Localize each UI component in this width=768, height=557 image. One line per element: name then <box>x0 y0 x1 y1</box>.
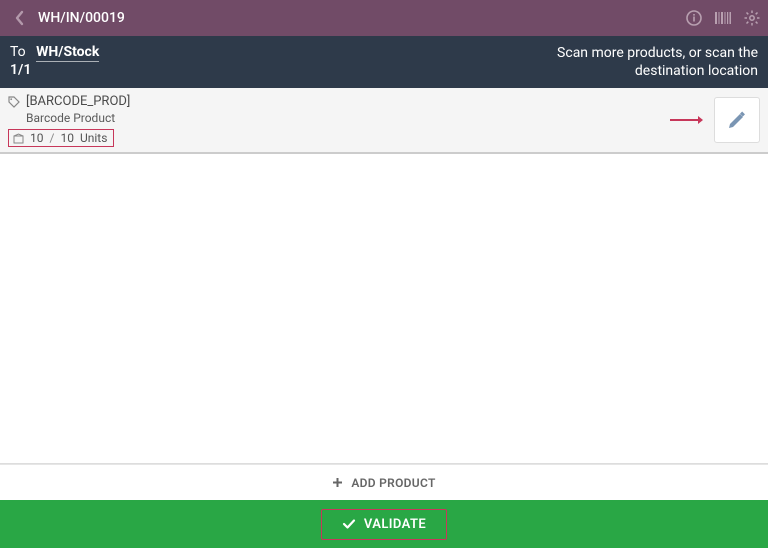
scan-hint-line1: Scan more products, or scan the <box>557 44 758 62</box>
product-code: [BARCODE_PROD] <box>26 94 130 109</box>
plus-icon <box>332 477 343 488</box>
package-icon <box>13 133 24 144</box>
add-product-button[interactable]: ADD PRODUCT <box>0 464 768 500</box>
topbar-right-icons <box>686 0 760 36</box>
barcode-icon[interactable] <box>714 11 732 25</box>
qty-expected: 10 <box>60 131 74 145</box>
quantity-box: 10 / 10 Units <box>8 129 114 147</box>
validate-button[interactable]: VALIDATE <box>321 509 447 540</box>
tag-icon <box>8 96 20 108</box>
product-line[interactable]: [BARCODE_PROD] Barcode Product 10 / 10 U… <box>0 88 768 154</box>
scan-hint-line2: destination location <box>557 62 758 80</box>
page-counter: 1/1 <box>10 62 99 78</box>
edit-line-button[interactable] <box>714 97 760 143</box>
validate-label: VALIDATE <box>364 517 426 532</box>
qty-done: 10 <box>30 131 44 145</box>
destination-bar: To WH/Stock 1/1 Scan more products, or s… <box>0 36 768 88</box>
qty-separator: / <box>50 131 55 145</box>
gear-icon[interactable] <box>744 10 760 26</box>
topbar: WH/IN/00019 <box>0 0 768 36</box>
scan-hint: Scan more products, or scan the destinat… <box>557 44 758 80</box>
to-label: To <box>10 44 26 60</box>
product-name: Barcode Product <box>26 111 660 125</box>
qty-uom: Units <box>80 131 107 145</box>
back-chevron-icon[interactable] <box>10 9 28 27</box>
lines-area: [BARCODE_PROD] Barcode Product 10 / 10 U… <box>0 88 768 464</box>
info-icon[interactable] <box>686 10 702 26</box>
destination-line: To WH/Stock <box>10 44 99 60</box>
arrow-right-icon <box>668 113 704 127</box>
check-icon <box>342 518 356 530</box>
validate-bar: VALIDATE <box>0 500 768 548</box>
transfer-title: WH/IN/00019 <box>38 10 125 26</box>
add-product-label: ADD PRODUCT <box>351 476 435 490</box>
destination-location[interactable]: WH/Stock <box>36 44 99 62</box>
